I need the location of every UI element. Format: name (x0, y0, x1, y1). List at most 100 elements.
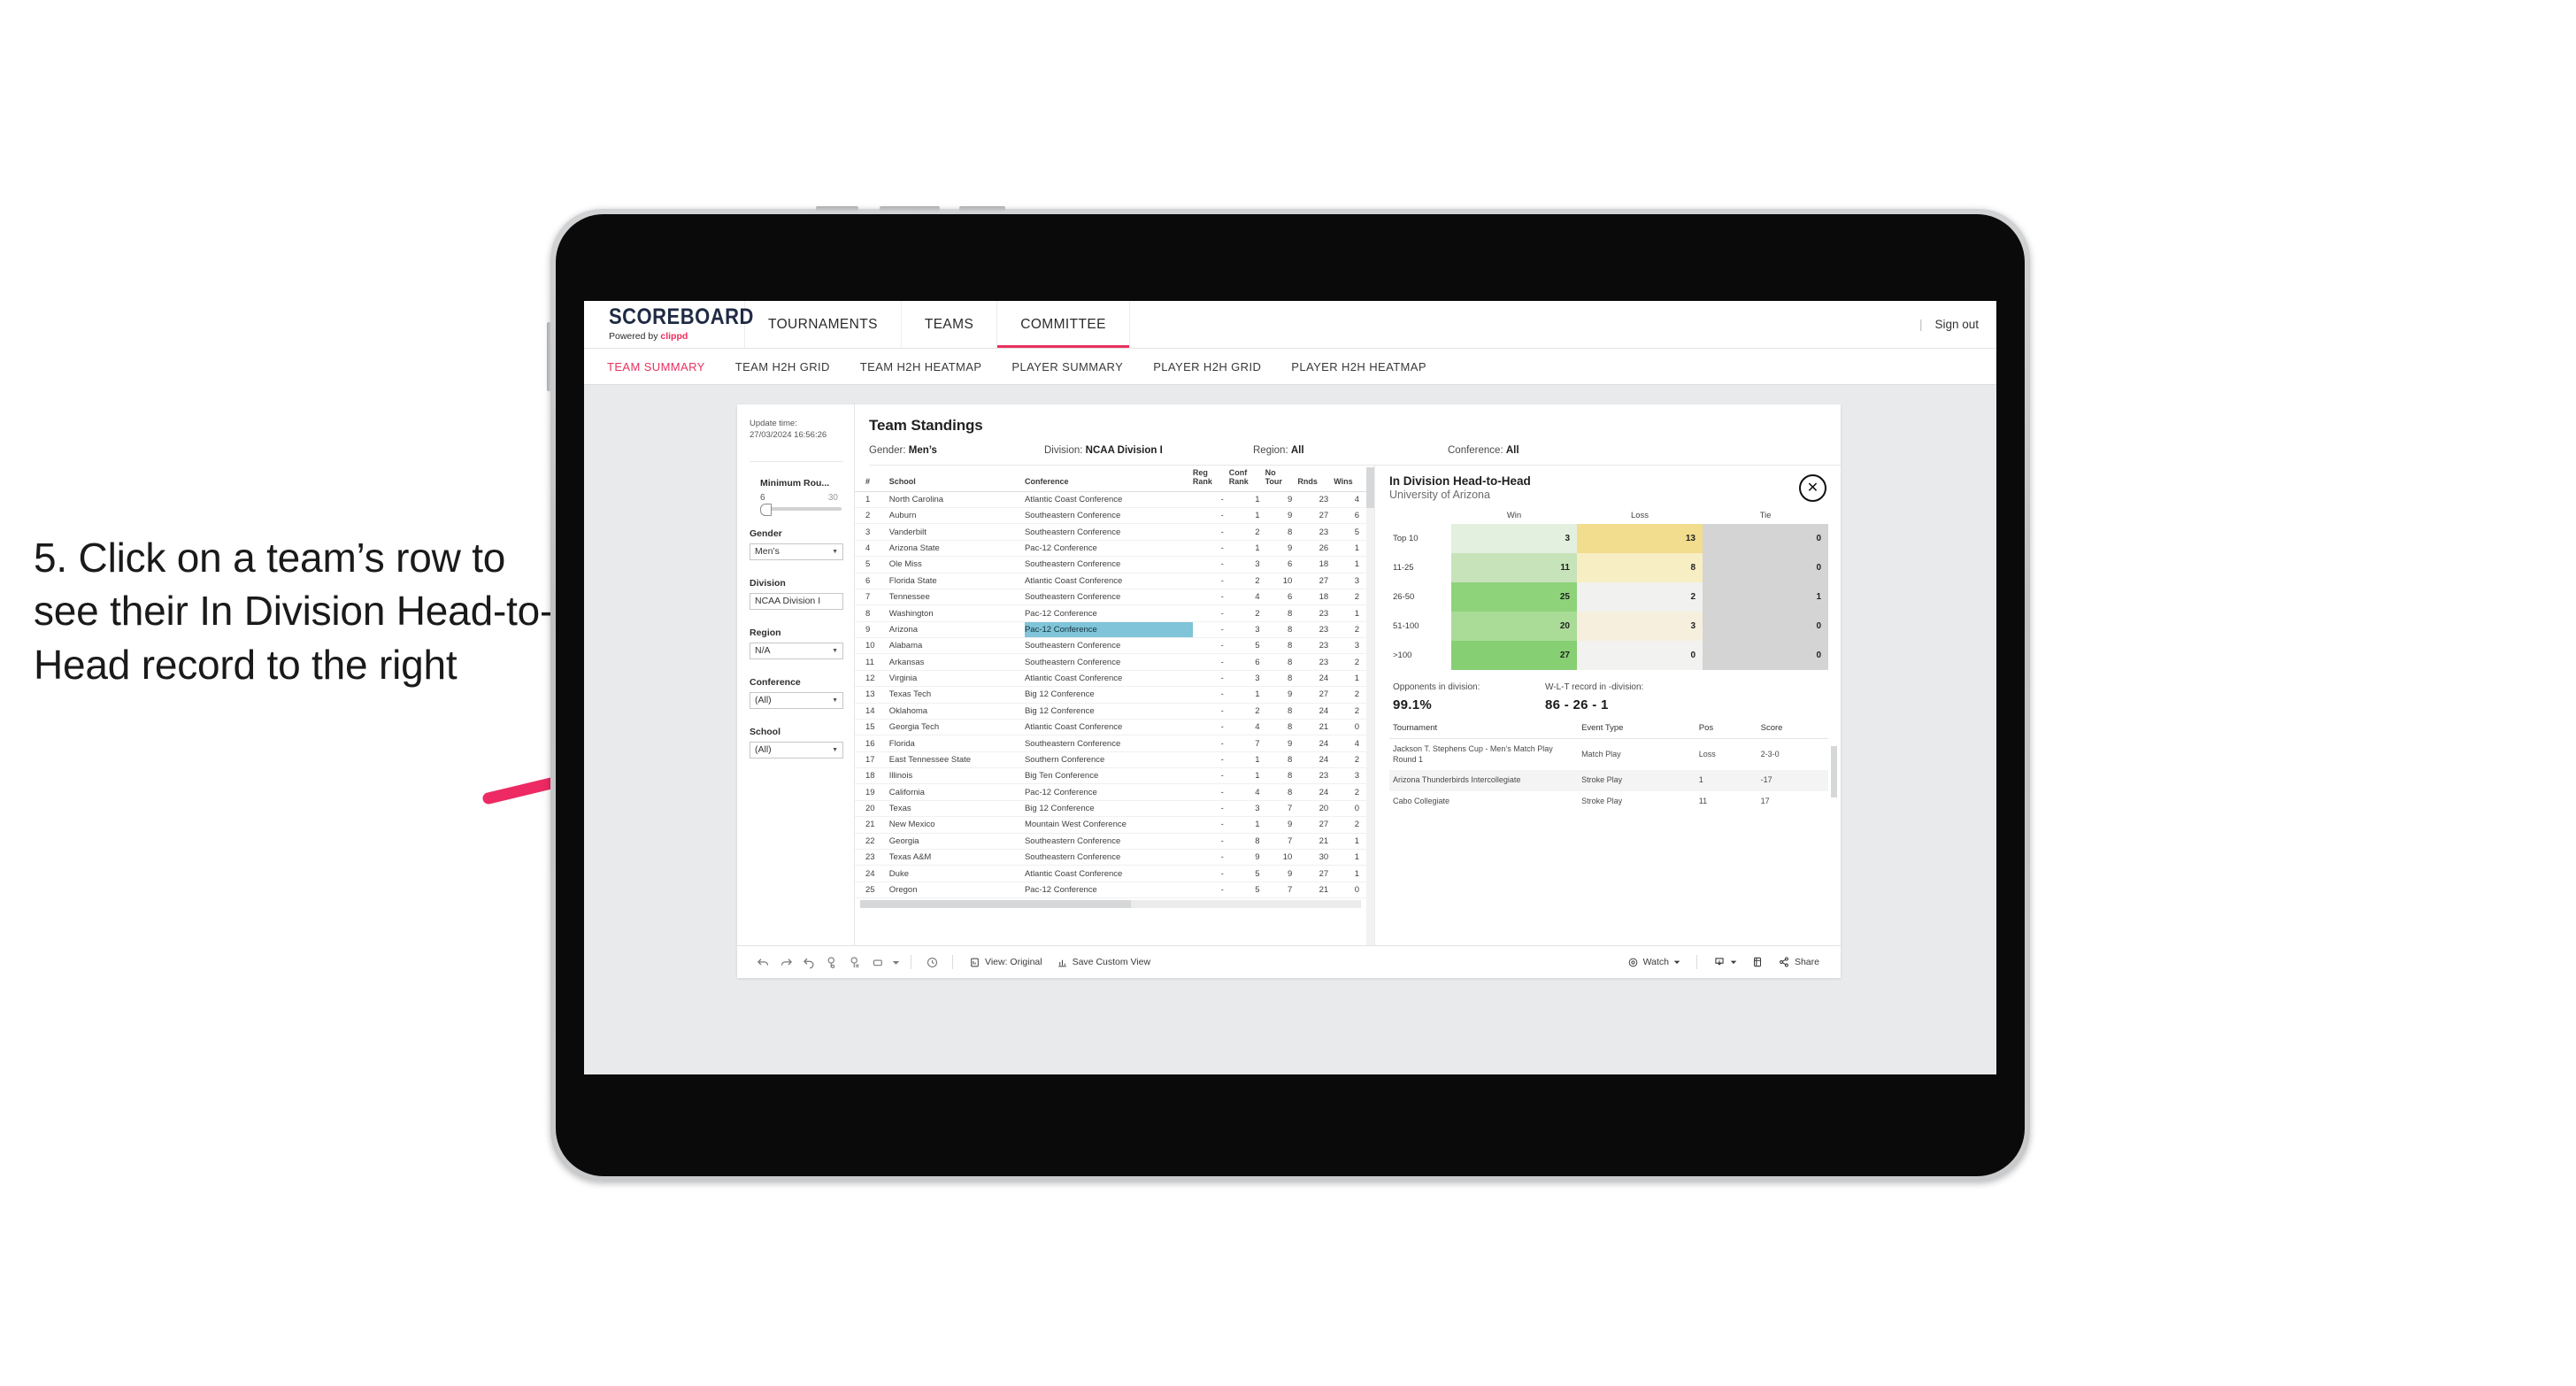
summary-gender: Gender: Men’s (869, 445, 1044, 456)
table-row[interactable]: 22 Georgia Southeastern Conference -8 7 21 1 (855, 833, 1366, 850)
sign-out-link[interactable]: Sign out (1934, 318, 1979, 331)
tab-team-h2h-heatmap[interactable]: TEAM H2H HEATMAP (860, 360, 982, 373)
tournament-row[interactable]: Jackson T. Stephens Cup - Men’s Match Pl… (1389, 739, 1828, 771)
cell-wins: 2 (1334, 703, 1366, 720)
download-button[interactable] (1706, 956, 1744, 968)
cell-reg-rank: - (1192, 670, 1229, 688)
h2h-cell-win: 25 (1451, 582, 1577, 612)
revert-icon[interactable] (797, 952, 820, 972)
table-row[interactable]: 13 Texas Tech Big 12 Conference -1 9 27 2 (855, 686, 1366, 704)
table-row[interactable]: 23 Texas A&M Southeastern Conference -9 10 30… (855, 849, 1366, 866)
cell-school: Arizona State (888, 540, 1025, 558)
region-select[interactable]: N/A ▼ (750, 642, 843, 659)
close-icon[interactable]: ✕ (1799, 474, 1826, 502)
table-row[interactable]: 16 Florida Southeastern Conference -7 9 24 4 (855, 735, 1366, 752)
rectangle-select-icon[interactable] (866, 952, 889, 972)
table-row[interactable]: 5 Ole Miss Southeastern Conference -3 6 18 1 (855, 556, 1366, 574)
chevron-down-icon: ▼ (832, 697, 838, 704)
stat-opponents-in-division: Opponents in division: 99.1% (1393, 682, 1545, 712)
cell-no-tour: 9 (1265, 865, 1298, 882)
table-row[interactable]: 1 North Carolina Atlantic Coast Conference… (855, 491, 1366, 509)
watch-button[interactable]: Watch (1620, 957, 1688, 968)
table-row[interactable]: 11 Arkansas Southeastern Conference -6 8 23 2 (855, 653, 1366, 671)
gender-select[interactable]: Men’s ▼ (750, 543, 843, 560)
tab-team-summary[interactable]: TEAM SUMMARY (607, 360, 705, 373)
cell-reg-rank: - (1192, 573, 1229, 589)
top-nav-committee[interactable]: COMMITTEE (997, 301, 1130, 348)
horizontal-scrollbar-thumb[interactable] (860, 900, 1131, 909)
table-row[interactable]: 3 Vanderbilt Southeastern Conference -2 8 23 5 (855, 523, 1366, 541)
cell-wins: 2 (1334, 783, 1366, 801)
cell-school: Virginia (888, 670, 1025, 688)
cell-rank: 4 (855, 540, 889, 558)
horizontal-scrollbar[interactable] (860, 900, 1361, 909)
cell-conf-rank: 2 (1228, 523, 1265, 541)
table-row[interactable]: 19 California Pac-12 Conference -4 8 24 2 (855, 783, 1366, 801)
tournament-row[interactable]: Arizona Thunderbirds Intercollegiate Stro… (1389, 770, 1828, 792)
table-row[interactable]: 4 Arizona State Pac-12 Conference -1 9 26 1 (855, 540, 1366, 558)
cell-conference: Southeastern Conference (1024, 589, 1193, 606)
stat-opponents-label: Opponents in division: (1393, 682, 1480, 692)
table-row[interactable]: 21 New Mexico Mountain West Conference -1 9 2… (855, 816, 1366, 834)
vertical-scrollbar-thumb[interactable] (1366, 467, 1374, 508)
table-row[interactable]: 15 Georgia Tech Atlantic Coast Conference -… (855, 719, 1366, 736)
table-row[interactable]: 14 Oklahoma Big 12 Conference -2 8 24 2 (855, 703, 1366, 720)
table-row[interactable]: 24 Duke Atlantic Coast Conference -5 9 27 1 (855, 865, 1366, 882)
top-nav-teams[interactable]: TEAMS (902, 301, 998, 348)
cell-wins: 1 (1334, 556, 1366, 574)
table-row[interactable]: 12 Virginia Atlantic Coast Conference -3 8 24… (855, 670, 1366, 688)
cell-rnds: 24 (1297, 735, 1334, 752)
minimum-rounds-slider[interactable] (760, 503, 842, 516)
h2h-cell-tie: 1 (1703, 582, 1828, 612)
save-custom-view-button[interactable]: Save Custom View (1050, 957, 1158, 968)
cell-reg-rank: - (1192, 767, 1229, 785)
refresh-icon[interactable] (820, 952, 843, 972)
tab-player-summary[interactable]: PLAYER SUMMARY (1011, 360, 1123, 373)
summary-gender-label: Gender: (869, 445, 906, 456)
cell-wins: 3 (1334, 637, 1366, 655)
table-row[interactable]: 2 Auburn Southeastern Conference -1 9 27 6 (855, 507, 1366, 525)
table-row[interactable]: 9 Arizona Pac-12 Conference -3 8 23 2 (855, 621, 1366, 639)
device-layout-button[interactable] (1744, 956, 1771, 968)
conference-select[interactable]: (All) ▼ (750, 691, 843, 709)
tab-player-h2h-heatmap[interactable]: PLAYER H2H HEATMAP (1291, 360, 1426, 373)
clock-icon[interactable] (920, 952, 943, 972)
view-original-button[interactable]: View: Original (962, 957, 1050, 968)
cell-rank: 14 (855, 703, 889, 720)
table-row[interactable]: 8 Washington Pac-12 Conference -2 8 23 1 (855, 604, 1366, 622)
cell-rnds: 27 (1297, 816, 1334, 834)
h2h-cell-tie: 0 (1703, 524, 1828, 553)
slider-handle[interactable] (760, 503, 772, 516)
tournament-scrollbar-thumb[interactable] (1831, 746, 1837, 797)
cell-school: Florida State (888, 573, 1025, 589)
redo-icon[interactable] (774, 952, 797, 972)
vertical-scrollbar[interactable] (1366, 467, 1374, 945)
undo-icon[interactable] (751, 952, 774, 972)
table-row[interactable]: 6 Florida State Atlantic Coast Conference -… (855, 573, 1366, 589)
share-button[interactable]: Share (1771, 956, 1826, 968)
table-row[interactable]: 18 Illinois Big Ten Conference -1 8 23 3 (855, 767, 1366, 785)
cell-rank: 2 (855, 507, 889, 525)
tab-player-h2h-grid[interactable]: PLAYER H2H GRID (1153, 360, 1261, 373)
h2h-row: >100 27 0 0 (1389, 641, 1828, 670)
cell-no-tour: 9 (1265, 686, 1298, 704)
h2h-col-blank (1389, 510, 1451, 524)
tablet-side-button (547, 322, 551, 391)
tablet-top-button-2 (880, 206, 940, 212)
school-select[interactable]: (All) ▼ (750, 741, 843, 758)
table-row[interactable]: 17 East Tennessee State Southern Conferenc… (855, 751, 1366, 769)
tab-team-h2h-grid[interactable]: TEAM H2H GRID (735, 360, 830, 373)
table-row[interactable]: 25 Oregon Pac-12 Conference -5 7 21 0 (855, 882, 1366, 899)
table-row[interactable]: 10 Alabama Southeastern Conference -5 8 23 3 (855, 637, 1366, 655)
division-select[interactable]: NCAA Division I (750, 592, 843, 610)
top-nav-tournaments[interactable]: TOURNAMENTS (745, 301, 902, 348)
dropdown-caret-icon[interactable] (889, 952, 902, 972)
cell-conference: Big Ten Conference (1024, 767, 1193, 785)
cell-reg-rank: - (1192, 621, 1229, 639)
pause-icon[interactable] (843, 952, 866, 972)
cell-reg-rank: - (1192, 507, 1229, 525)
tournament-row[interactable]: Cabo Collegiate Stroke Play 11 17 (1389, 791, 1828, 812)
table-row[interactable]: 20 Texas Big 12 Conference -3 7 20 0 (855, 800, 1366, 818)
cell-rank: 3 (855, 523, 889, 541)
table-row[interactable]: 7 Tennessee Southeastern Conference -4 6 18 2 (855, 589, 1366, 606)
